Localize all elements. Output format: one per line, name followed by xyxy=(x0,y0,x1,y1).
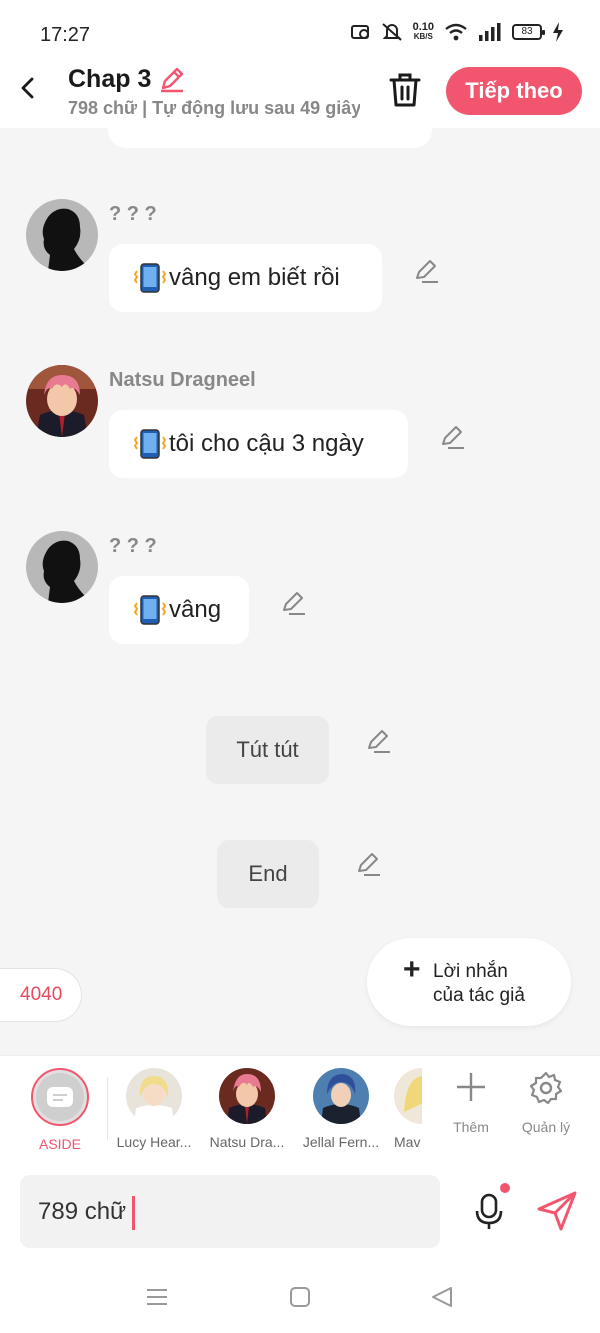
vibrate-phone-icon xyxy=(133,429,167,459)
edit-message-icon[interactable] xyxy=(439,423,467,451)
next-button[interactable]: Tiếp theo xyxy=(446,67,582,115)
natsu-avatar xyxy=(219,1068,275,1124)
edit-message-icon[interactable] xyxy=(365,727,393,755)
lucy-avatar xyxy=(126,1068,182,1124)
narration-bubble[interactable]: End xyxy=(217,840,319,908)
avatar-unknown[interactable] xyxy=(26,531,98,603)
speaker-name: Natsu Dragneel xyxy=(109,369,256,391)
avatar-unknown[interactable] xyxy=(26,199,98,271)
net-speed: 0.10 KB/S xyxy=(412,21,434,42)
chapter-title[interactable]: Chap 3 xyxy=(68,64,187,94)
menu-icon[interactable] xyxy=(144,1284,170,1310)
divider xyxy=(107,1078,108,1140)
notification-dot xyxy=(500,1183,510,1193)
character-name: Mav xyxy=(394,1134,421,1150)
status-bar: 17:27 0.10 KB/S 83 xyxy=(0,0,600,56)
character-lucy[interactable]: Lucy Hear... xyxy=(112,1068,196,1150)
autosave-status: 798 chữ | Tự động lưu sau 49 giây xyxy=(68,98,360,118)
chapter-title-text: Chap 3 xyxy=(68,64,152,93)
vibrate-phone-icon xyxy=(133,595,167,625)
manage-label: Quản lý xyxy=(521,1119,571,1135)
character-aside[interactable]: ASIDE xyxy=(30,1068,90,1152)
microphone-icon[interactable] xyxy=(470,1191,510,1231)
composer-bar: 789 chữ xyxy=(0,1165,600,1260)
message-bubble[interactable]: vâng xyxy=(109,576,249,644)
avatar-natsu[interactable] xyxy=(26,365,98,437)
status-icons: 0.10 KB/S 83 xyxy=(350,21,564,42)
jellal-avatar xyxy=(313,1068,369,1124)
silhouette-avatar-icon xyxy=(26,199,98,271)
speaker-name: ? ? ? xyxy=(109,535,157,557)
previous-message-bubble[interactable] xyxy=(108,118,432,148)
aside-avatar xyxy=(31,1068,89,1126)
manage-characters-button[interactable]: Quản lý xyxy=(516,1070,576,1135)
gear-icon xyxy=(529,1071,563,1105)
character-jellal[interactable]: Jellal Fern... xyxy=(298,1068,384,1150)
system-nav-bar xyxy=(0,1260,600,1333)
character-name: ASIDE xyxy=(38,1136,81,1152)
text-caret xyxy=(132,1195,136,1230)
mav-avatar xyxy=(394,1068,422,1124)
add-character-button[interactable]: Thêm xyxy=(448,1070,494,1135)
character-bar: ASIDE Lucy Hear... Natsu Dra... Jellal F… xyxy=(0,1055,600,1165)
character-name: Natsu Dra... xyxy=(209,1134,285,1150)
message-text: tôi cho cậu 3 ngày xyxy=(169,430,364,457)
send-icon[interactable] xyxy=(535,1189,579,1233)
signal-icon xyxy=(479,23,501,41)
charging-icon xyxy=(553,22,563,42)
character-name: Lucy Hear... xyxy=(116,1134,192,1150)
message-input[interactable]: 789 chữ xyxy=(20,1175,440,1248)
author-note-label: Lời nhắn của tác giả xyxy=(433,961,525,1006)
message-text: vâng em biết rồi xyxy=(169,264,340,291)
plus-icon xyxy=(457,1073,485,1101)
edit-title-icon[interactable] xyxy=(157,64,187,94)
battery-icon: 83 xyxy=(512,24,545,40)
plus-icon: + xyxy=(403,953,421,986)
message-input-value: 789 chữ xyxy=(38,1198,127,1225)
chat-bubble-icon xyxy=(47,1087,73,1107)
vibrate-phone-icon xyxy=(133,263,167,293)
character-natsu[interactable]: Natsu Dra... xyxy=(205,1068,289,1150)
silhouette-avatar-icon xyxy=(26,531,98,603)
natsu-avatar-icon xyxy=(26,365,98,437)
add-label: Thêm xyxy=(453,1119,489,1135)
trash-icon[interactable] xyxy=(388,72,422,108)
edit-message-icon[interactable] xyxy=(280,589,308,617)
home-icon[interactable] xyxy=(287,1284,313,1310)
status-time: 17:27 xyxy=(40,24,91,46)
message-bubble[interactable]: vâng em biết rồi xyxy=(109,244,382,312)
word-count-pill[interactable]: 4040 xyxy=(0,968,82,1022)
message-text: vâng xyxy=(169,596,222,623)
character-mav[interactable]: Mav xyxy=(394,1068,422,1150)
speaker-name: ? ? ? xyxy=(109,203,157,225)
narration-bubble[interactable]: Tút tút xyxy=(206,716,329,784)
character-name: Jellal Fern... xyxy=(302,1134,380,1150)
back-nav-icon[interactable] xyxy=(429,1284,455,1310)
message-bubble[interactable]: tôi cho cậu 3 ngày xyxy=(109,410,408,478)
mute-icon xyxy=(381,23,402,41)
screen-record-icon xyxy=(350,25,369,39)
author-note-button[interactable]: + Lời nhắn của tác giả xyxy=(367,938,571,1026)
edit-message-icon[interactable] xyxy=(355,850,383,878)
back-icon[interactable] xyxy=(14,74,42,102)
wifi-icon xyxy=(445,23,467,41)
edit-message-icon[interactable] xyxy=(413,257,441,285)
